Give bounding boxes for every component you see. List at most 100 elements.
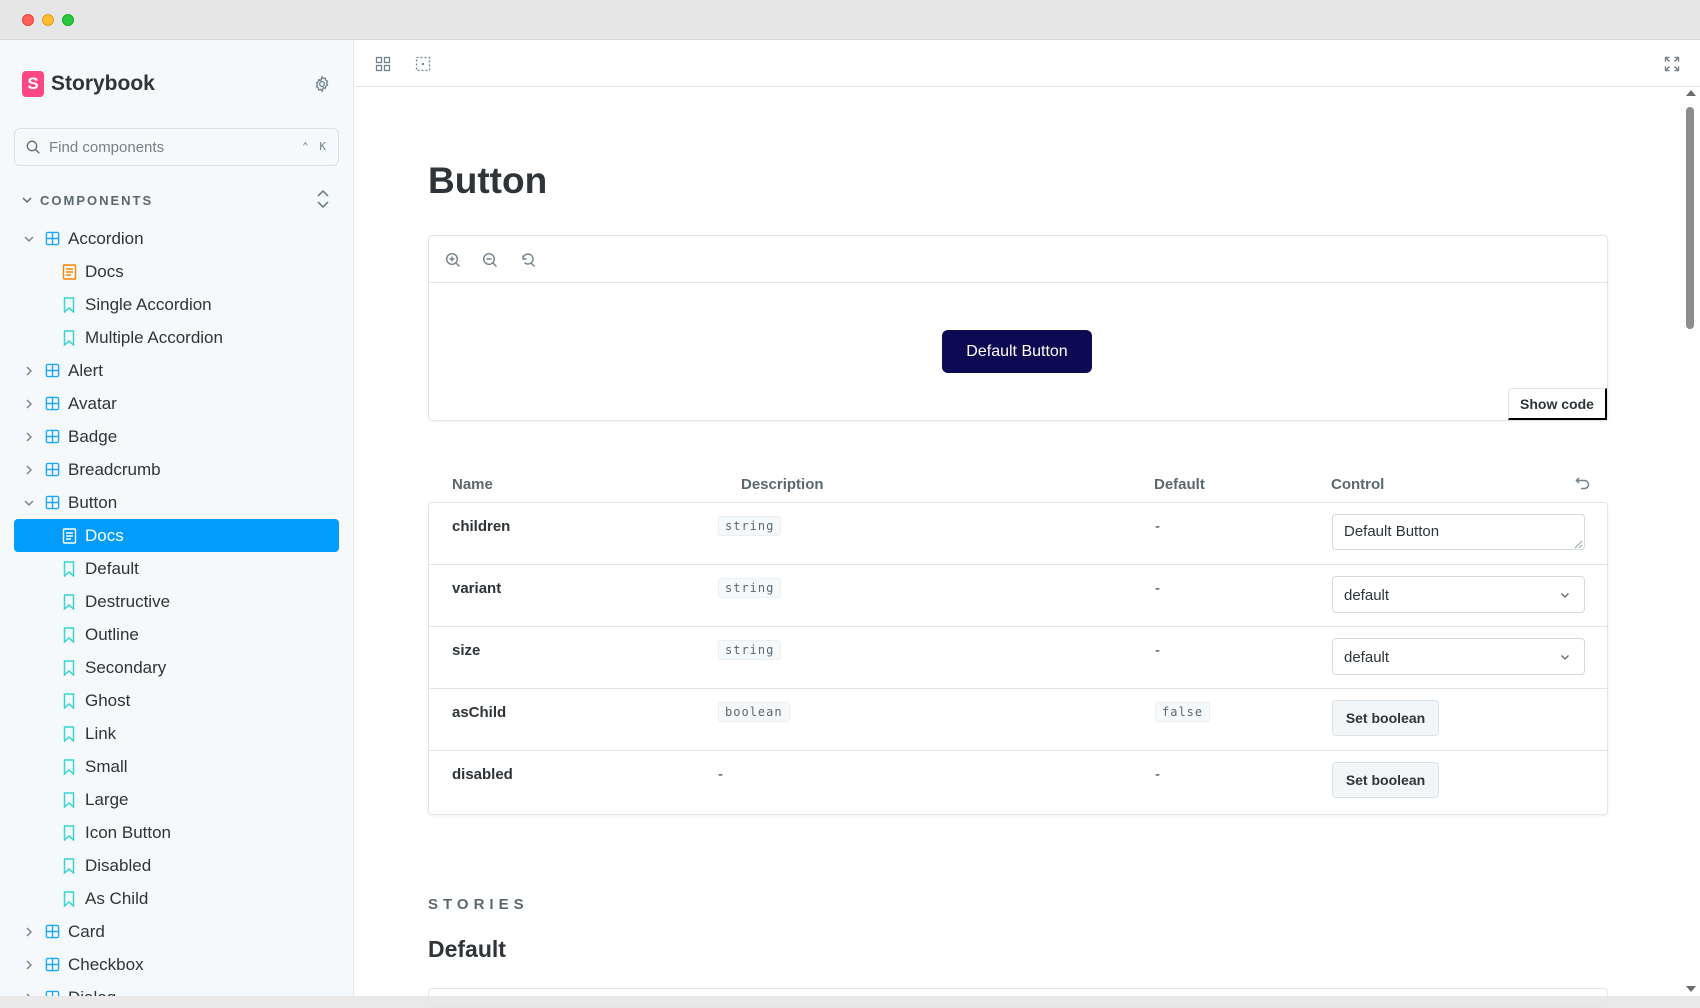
sidebar-item-badge[interactable]: Badge <box>14 420 339 453</box>
sidebar-item-label: Card <box>68 921 105 941</box>
preview-toolbar <box>429 236 1607 283</box>
story-preview: Default Button Show code <box>428 235 1608 421</box>
sidebar-item-checkbox[interactable]: Checkbox <box>14 948 339 981</box>
sidebar-item-breadcrumb[interactable]: Breadcrumb <box>14 453 339 486</box>
sidebar-item-disabled[interactable]: Disabled <box>14 849 339 882</box>
expand-collapse-icon[interactable] <box>314 187 332 211</box>
sidebar-item-outline[interactable]: Outline <box>14 618 339 651</box>
sidebar-item-accordion[interactable]: Accordion <box>14 222 339 255</box>
sidebar-item-label: Breadcrumb <box>68 459 161 479</box>
variant-select-control[interactable]: default <box>1332 576 1585 613</box>
sidebar-item-single-accordion[interactable]: Single Accordion <box>14 288 339 321</box>
minimize-window-button[interactable] <box>42 14 54 26</box>
grid-toggle-button[interactable] <box>372 53 394 75</box>
table-row: asChild boolean false Set boolean <box>429 689 1607 751</box>
scroll-up-arrow[interactable] <box>1686 90 1696 96</box>
sidebar-item-label: Destructive <box>85 591 171 611</box>
arg-name: size <box>452 642 481 659</box>
sidebar-item-label: Single Accordion <box>85 294 212 314</box>
bookmark-icon <box>61 824 77 841</box>
search-shortcut: ⌃ K <box>302 140 328 153</box>
components-section-header[interactable]: COMPONENTS <box>22 189 338 211</box>
bookmark-icon <box>61 791 77 808</box>
sidebar-item-docs[interactable]: Docs <box>14 519 339 552</box>
show-code-button[interactable]: Show code <box>1508 388 1607 420</box>
sidebar-item-label: Accordion <box>68 228 144 248</box>
chevron-down-icon <box>1561 655 1569 660</box>
scroll-down-arrow[interactable] <box>1686 986 1696 992</box>
sidebar-item-label: Default <box>85 558 139 578</box>
search-input[interactable] <box>49 138 289 156</box>
bookmark-icon <box>61 758 77 775</box>
sidebar-item-secondary[interactable]: Secondary <box>14 651 339 684</box>
component-icon <box>44 363 60 379</box>
bookmark-icon <box>61 560 77 577</box>
brand-name: Storybook <box>51 72 155 95</box>
size-select-control[interactable]: default <box>1332 638 1585 675</box>
title-bar <box>0 0 1700 40</box>
table-row: variant string - default <box>429 565 1607 627</box>
sidebar-item-alert[interactable]: Alert <box>14 354 339 387</box>
page-title: Button <box>428 160 548 201</box>
arg-type: boolean <box>718 702 790 722</box>
close-window-button[interactable] <box>22 14 34 26</box>
outline-toggle-button[interactable] <box>412 53 434 75</box>
fullscreen-button[interactable] <box>1661 53 1683 75</box>
chevron-right-icon <box>22 463 36 477</box>
sidebar-item-as-child[interactable]: As Child <box>14 882 339 915</box>
sidebar-item-label: Badge <box>68 426 118 446</box>
zoom-out-button[interactable] <box>479 249 501 271</box>
table-row: children string - <box>429 503 1607 565</box>
zoom-in-button[interactable] <box>442 249 464 271</box>
grid-icon <box>375 56 391 72</box>
col-default-header: Default <box>1154 476 1205 493</box>
select-value: default <box>1344 649 1390 666</box>
chevron-down-icon <box>22 197 32 204</box>
sidebar-item-ghost[interactable]: Ghost <box>14 684 339 717</box>
sidebar-item-dialog[interactable]: Dialog <box>14 981 339 996</box>
sidebar-item-link[interactable]: Link <box>14 717 339 750</box>
arg-default: false <box>1155 702 1211 722</box>
story-preview-default <box>428 988 1608 1008</box>
sidebar-item-small[interactable]: Small <box>14 750 339 783</box>
zoom-reset-button[interactable] <box>517 249 539 271</box>
sidebar: S Storybook ⌃ K COMPONENTS Accordion Docs… <box>0 40 354 996</box>
bookmark-icon <box>61 725 77 742</box>
scrollbar[interactable] <box>1684 90 1696 996</box>
sidebar-item-icon-button[interactable]: Icon Button <box>14 816 339 849</box>
settings-button[interactable] <box>310 72 334 96</box>
reset-controls-button[interactable] <box>1574 474 1592 492</box>
bookmark-icon <box>61 593 77 610</box>
stories-heading: STORIES <box>428 896 529 913</box>
brand[interactable]: S Storybook <box>22 70 155 98</box>
default-button-demo[interactable]: Default Button <box>942 330 1092 373</box>
sidebar-item-label: Disabled <box>85 855 152 875</box>
col-control-header: Control <box>1331 476 1385 493</box>
sidebar-item-destructive[interactable]: Destructive <box>14 585 339 618</box>
set-boolean-button[interactable]: Set boolean <box>1332 762 1439 798</box>
search-box[interactable]: ⌃ K <box>14 128 339 166</box>
sidebar-item-label: Icon Button <box>85 822 172 842</box>
chevron-right-icon <box>22 364 36 378</box>
undo-icon <box>1575 477 1590 490</box>
set-boolean-button[interactable]: Set boolean <box>1332 700 1439 736</box>
fullscreen-icon <box>1664 56 1680 72</box>
zoom-window-button[interactable] <box>62 14 74 26</box>
sidebar-item-label: Small <box>85 756 128 776</box>
sidebar-item-card[interactable]: Card <box>14 915 339 948</box>
sidebar-item-label: Docs <box>85 525 124 545</box>
scroll-thumb[interactable] <box>1686 107 1694 329</box>
sidebar-item-button[interactable]: Button <box>14 486 339 519</box>
arg-type: - <box>718 766 723 783</box>
sidebar-item-multiple-accordion[interactable]: Multiple Accordion <box>14 321 339 354</box>
sidebar-item-default[interactable]: Default <box>14 552 339 585</box>
outline-icon <box>415 56 431 72</box>
sidebar-item-large[interactable]: Large <box>14 783 339 816</box>
sidebar-item-avatar[interactable]: Avatar <box>14 387 339 420</box>
sidebar-item-label: Ghost <box>85 690 131 710</box>
docs-main: Button Default Button Show code Name Des… <box>355 40 1700 1008</box>
sidebar-item-label: Link <box>85 723 117 743</box>
sidebar-item-label: Avatar <box>68 393 117 413</box>
sidebar-item-docs[interactable]: Docs <box>14 255 339 288</box>
children-text-control[interactable] <box>1332 514 1585 550</box>
